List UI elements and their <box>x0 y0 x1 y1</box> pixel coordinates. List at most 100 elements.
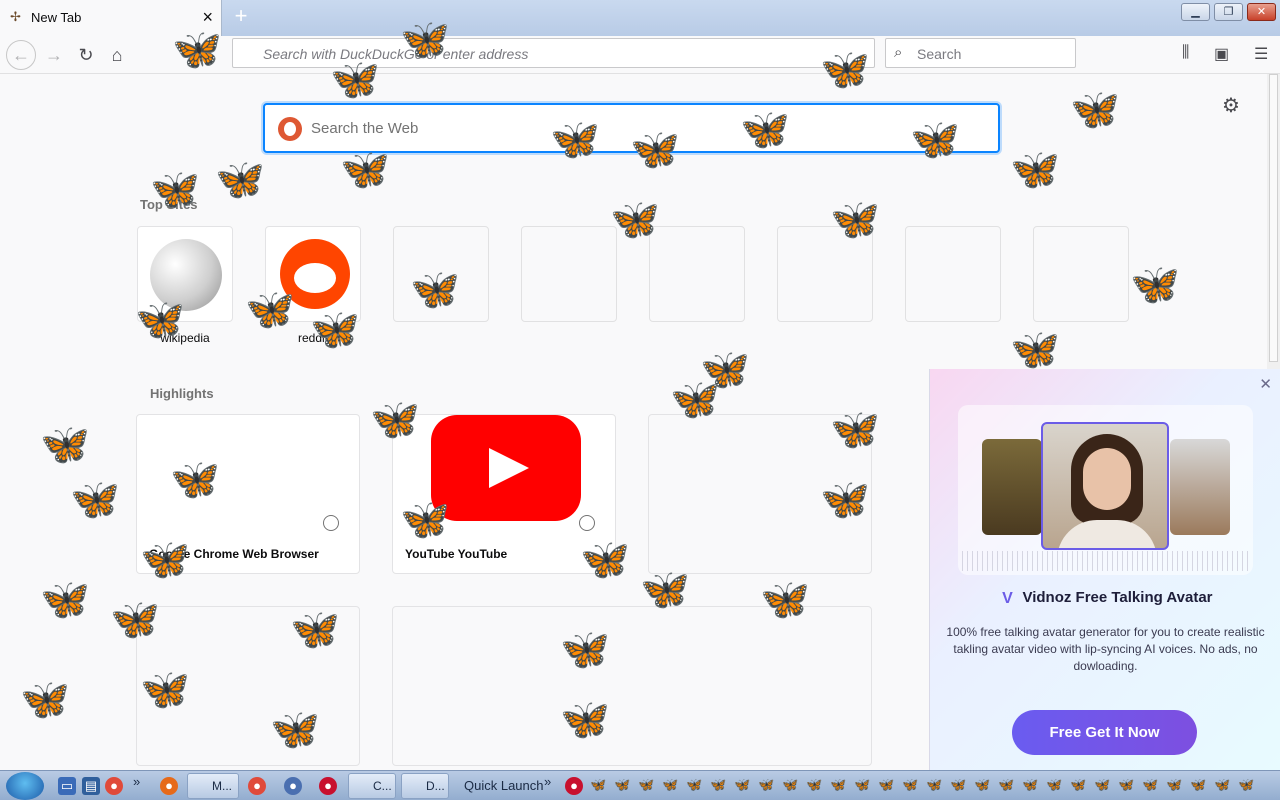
taskbar-button[interactable]: D... <box>401 773 449 799</box>
top-site-empty[interactable] <box>1033 226 1129 322</box>
quick-launch-chevron[interactable]: » <box>544 774 551 789</box>
butterfly-icon: 🦋 <box>140 668 190 712</box>
butterfly-icon: ✢ <box>10 9 21 24</box>
butterfly-icon: 🦋 <box>760 578 810 622</box>
explorer-icon[interactable]: ▤ <box>82 777 100 795</box>
butterfly-icon: 🦋 <box>40 423 90 467</box>
highlights-title: Highlights <box>150 386 214 401</box>
butterfly-icon: 🦋 <box>830 408 880 452</box>
butterfly-icon: 🦋 <box>740 108 790 152</box>
butterfly-icon: 🦋 <box>340 148 390 192</box>
youtube-logo-icon <box>431 415 581 521</box>
start-button[interactable] <box>6 772 44 800</box>
taskbar-button[interactable]: C... <box>348 773 396 799</box>
butterfly-icon: 🦋 <box>550 118 600 162</box>
butterfly-icon: 🦋 <box>70 478 120 522</box>
app-icon[interactable]: ● <box>284 777 302 795</box>
butterfly-icon: 🦋 <box>172 28 222 72</box>
avatar-thumbnail <box>982 439 1042 535</box>
butterfly-icon: 🦋 <box>910 118 960 162</box>
butterfly-icon: 🦋 <box>140 538 190 582</box>
quick-launch-label: Quick Launch <box>464 778 544 793</box>
home-icon[interactable]: ⌂ <box>103 41 131 69</box>
url-placeholder: Search with DuckDuckGo or enter address <box>263 46 529 62</box>
highlight-empty[interactable] <box>392 606 872 766</box>
butterfly-icon: 🦋 <box>640 568 690 612</box>
vidnoz-logo-icon: V <box>1002 590 1013 607</box>
butterfly-icon: 🦋 <box>150 168 200 212</box>
avatar-thumbnail <box>1170 439 1230 535</box>
taskbar-button-label: C... <box>373 779 392 793</box>
new-tab-button[interactable]: + <box>230 4 252 28</box>
butterfly-icon: 🦋 <box>1010 148 1060 192</box>
app-icon[interactable]: ● <box>319 777 337 795</box>
ad-popup: ✕ V Vidnoz Free Talking Avatar 100% free … <box>929 369 1280 770</box>
butterfly-icon: 🦋 <box>370 398 420 442</box>
forward-arrow-icon[interactable]: → <box>40 41 68 69</box>
search-placeholder: Search <box>917 46 962 62</box>
butterfly-icon: 🦋 <box>580 538 630 582</box>
scrollbar-thumb[interactable] <box>1269 74 1278 362</box>
duckduckgo-icon <box>278 117 302 141</box>
hamburger-menu-icon[interactable]: ☰ <box>1254 44 1268 64</box>
firefox-icon[interactable]: ● <box>160 777 178 795</box>
butterfly-icon: 🦋 <box>410 268 460 312</box>
tab-title: New Tab <box>31 10 82 25</box>
butterfly-icon: 🦋 <box>560 628 610 672</box>
ad-brand-text: Vidnoz Free Talking Avatar <box>1022 589 1213 606</box>
butterfly-icon: 🦋 <box>1010 328 1060 372</box>
ad-brand: V Vidnoz Free Talking Avatar <box>930 589 1280 607</box>
top-site-empty[interactable] <box>905 226 1001 322</box>
butterfly-icon: 🦋 <box>1070 88 1120 132</box>
reload-icon[interactable]: ↻ <box>72 41 100 69</box>
tab-close-icon[interactable]: × <box>202 7 213 27</box>
taskbar-button-label: M... <box>212 779 232 793</box>
url-bar[interactable]: Search with DuckDuckGo or enter address <box>232 38 875 68</box>
avatar-portrait <box>1041 422 1169 550</box>
back-arrow-icon[interactable]: ← <box>6 40 36 70</box>
butterfly-icon: 🦋 <box>630 128 680 172</box>
butterfly-icon: 🦋 <box>400 498 450 542</box>
butterfly-icon: 🦋 <box>400 18 450 62</box>
butterfly-icon: 🦋 <box>700 348 750 392</box>
show-desktop-icon[interactable]: ▭ <box>58 777 76 795</box>
butterfly-icon: 🦋 <box>560 698 610 742</box>
library-icon[interactable]: ⫼ <box>1182 44 1189 62</box>
taskbar-button-label: D... <box>426 779 445 793</box>
butterfly-icon: 🦋 <box>820 48 870 92</box>
taskbar-button[interactable]: M... <box>187 773 239 799</box>
chrome-icon[interactable]: ● <box>248 777 266 795</box>
audio-waveform <box>962 551 1250 571</box>
chrome-icon[interactable]: ● <box>105 777 123 795</box>
minimize-button[interactable]: ▁ <box>1181 3 1210 21</box>
butterfly-icon: 🦋 <box>135 298 185 342</box>
ad-description: 100% free talking avatar generator for y… <box>946 625 1265 673</box>
app-icon[interactable]: ● <box>565 777 583 795</box>
butterfly-icon: 🦋 <box>110 598 160 642</box>
magnifier-icon: ⌕ <box>894 44 903 61</box>
free-get-it-now-button[interactable]: Free Get It Now <box>1012 710 1197 755</box>
clock-icon <box>579 515 595 531</box>
taskbar: ▭ ▤ ● » ● M... ● ● ● C... D... Quick Lau… <box>0 770 1280 800</box>
top-site-empty[interactable] <box>521 226 617 322</box>
butterfly-icon: 🦋 <box>40 578 90 622</box>
screen: ✢ New Tab × + ▁ ❐ ✕ ← → ↻ ⌂ Search with … <box>0 0 1280 800</box>
butterfly-icon: 🦋 <box>610 198 660 242</box>
butterfly-icon: 🦋 <box>330 58 380 102</box>
scrollbar[interactable] <box>1267 74 1280 370</box>
butterfly-icon: 🦋 <box>20 678 70 722</box>
butterfly-icon: 🦋 <box>1130 263 1180 307</box>
sidebar-icon[interactable]: ▣ <box>1214 44 1229 64</box>
clock-icon <box>323 515 339 531</box>
toolbar-chevron[interactable]: » <box>133 774 140 789</box>
butterfly-icon: 🦋 <box>290 608 340 652</box>
butterfly-icon: 🦋 <box>215 158 265 202</box>
ad-close-icon[interactable]: ✕ <box>1259 375 1272 393</box>
search-bar[interactable]: ⌕ Search <box>885 38 1076 68</box>
highlight-title: YouTube YouTube <box>405 547 508 561</box>
close-window-button[interactable]: ✕ <box>1247 3 1276 21</box>
top-site-empty[interactable] <box>649 226 745 322</box>
web-search-placeholder: Search the Web <box>311 120 419 137</box>
gear-icon[interactable]: ⚙ <box>1222 93 1240 118</box>
maximize-button[interactable]: ❐ <box>1214 3 1243 21</box>
